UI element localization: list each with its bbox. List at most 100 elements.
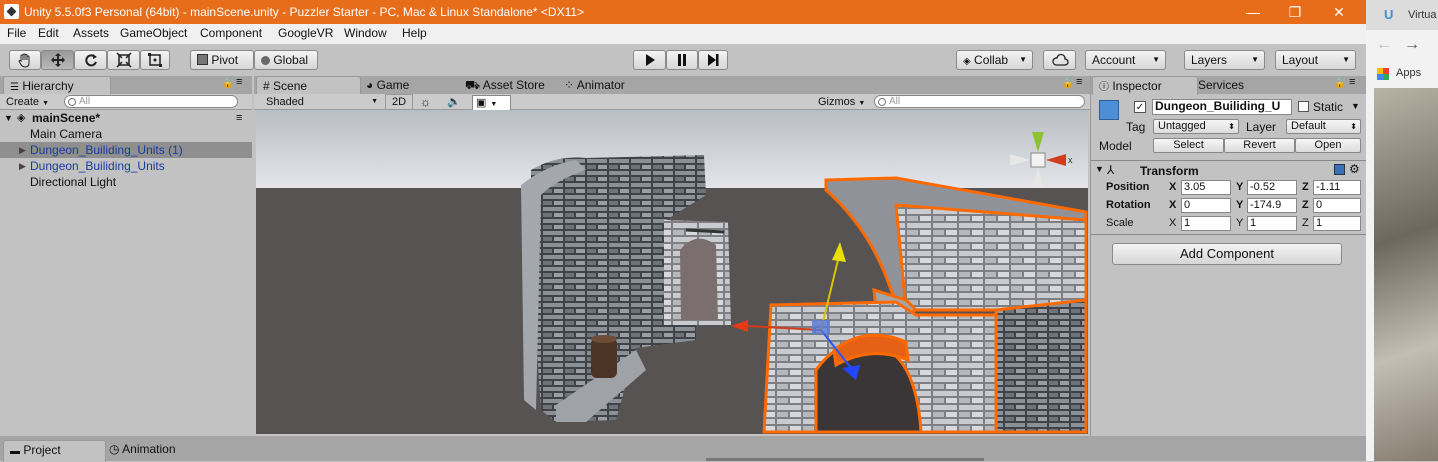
2d-toggle[interactable]: 2D (385, 94, 413, 110)
menu-help[interactable]: Help (402, 26, 427, 40)
static-checkbox[interactable] (1298, 101, 1309, 112)
layout-dropdown[interactable]: Layout ▼ (1275, 50, 1356, 70)
tab-animation[interactable]: ◷ Animation (103, 440, 176, 458)
menu-window[interactable]: Window (344, 26, 387, 40)
scene-root-row[interactable]: ▼ ◈ mainScene* ≡ (0, 110, 252, 126)
tab-asset-store[interactable]: ⛟ Asset Store (459, 76, 545, 94)
scene-tabbar: # Scene ◕ Game ⛟ Asset Store ⁘ Animator … (254, 76, 1090, 95)
tab-game[interactable]: ◕ Game (360, 76, 409, 94)
rotation-x-field[interactable]: 0 (1181, 198, 1231, 213)
pause-button[interactable] (666, 50, 698, 70)
tab-project[interactable]: ▬ Project (3, 440, 106, 462)
account-dropdown[interactable]: Account ▼ (1085, 50, 1166, 70)
inspector-tabbar: ⓘ Inspector Services 🔒 ≡ (1091, 76, 1367, 95)
minimize-button[interactable]: — (1233, 2, 1273, 22)
expand-arrow-icon[interactable]: ▶ (19, 142, 26, 158)
menu-assets[interactable]: Assets (73, 26, 109, 40)
lighting-toggle-sun-icon[interactable]: ☼ (420, 95, 431, 109)
panel-menu-icon[interactable]: ≡ (1349, 76, 1355, 88)
gizmos-dropdown[interactable]: Gizmos ▼ (818, 95, 865, 109)
window-title: Unity 5.5.0f3 Personal (64bit) - mainSce… (24, 5, 585, 19)
hierarchy-item[interactable]: Main Camera (0, 126, 252, 142)
cloud-button[interactable] (1043, 50, 1076, 70)
axis-y-label: Y (1236, 199, 1244, 211)
cloud-icon (1051, 53, 1069, 66)
help-book-icon[interactable] (1334, 164, 1345, 175)
rect-tool-button[interactable] (140, 50, 170, 70)
create-dropdown[interactable]: Create ▼ (6, 95, 49, 109)
axis-x-label: X (1169, 199, 1177, 211)
global-toggle[interactable]: Global (254, 50, 318, 70)
axis-z-label: Z (1302, 217, 1309, 229)
rotate-tool-button[interactable] (74, 50, 107, 70)
layer-dropdown[interactable]: Default ⬍ (1286, 119, 1361, 134)
position-z-field[interactable]: -1.11 (1313, 180, 1361, 195)
model-open-button[interactable]: Open (1295, 138, 1361, 153)
position-y-field[interactable]: -0.52 (1247, 180, 1297, 195)
tab-scene[interactable]: # Scene (256, 76, 361, 95)
menu-gameobject[interactable]: GameObject (120, 26, 187, 40)
panel-menu-icon[interactable]: ≡ (236, 76, 242, 88)
scale-tool-button[interactable] (107, 50, 140, 70)
hand-tool-button[interactable] (9, 50, 41, 70)
effects-toggle[interactable]: ▣ ▼ (472, 95, 511, 111)
hierarchy-item[interactable]: ▶ Dungeon_Builiding_Units (0, 158, 252, 174)
scale-z-field[interactable]: 1 (1313, 216, 1361, 231)
pivot-icon (197, 54, 208, 65)
menu-component[interactable]: Component (200, 26, 262, 40)
gear-icon[interactable]: ⚙ (1349, 162, 1360, 176)
scene-search-input[interactable]: All (874, 95, 1085, 108)
model-select-button[interactable]: Select (1153, 138, 1224, 153)
lock-icon[interactable]: 🔒 (222, 78, 233, 89)
menu-file[interactable]: File (7, 26, 26, 40)
lock-icon[interactable]: 🔒 (1334, 78, 1345, 89)
forward-arrow-icon[interactable]: → (1404, 36, 1420, 54)
expand-arrow-icon[interactable]: ▶ (19, 158, 26, 174)
panel-menu-icon[interactable]: ≡ (1076, 76, 1082, 88)
step-button[interactable] (698, 50, 728, 70)
scale-y-field[interactable]: 1 (1247, 216, 1297, 231)
expand-arrow-icon[interactable]: ▼ (4, 110, 13, 126)
tab-animator[interactable]: ⁘ Animator (558, 76, 625, 94)
active-checkbox[interactable]: ✓ (1134, 101, 1146, 113)
play-button[interactable] (633, 50, 666, 70)
shading-mode-dropdown[interactable]: Shaded ▼ (266, 95, 378, 109)
lock-icon[interactable]: 🔒 (1062, 78, 1073, 89)
expand-arrow-icon[interactable]: ▼ (1095, 164, 1104, 174)
add-component-button[interactable]: Add Component (1112, 243, 1342, 265)
tag-dropdown[interactable]: Untagged ⬍ (1153, 119, 1239, 134)
axis-x-label: X (1169, 181, 1177, 193)
rotation-y-field[interactable]: -174.9 (1247, 198, 1297, 213)
scene-tab-label: Scene (273, 79, 308, 93)
close-button[interactable]: ✕ (1319, 2, 1359, 22)
hierarchy-item-selected[interactable]: ▶ Dungeon_Builiding_Units (1) (0, 142, 252, 158)
maximize-button[interactable]: ❐ (1275, 2, 1315, 22)
model-revert-button[interactable]: Revert (1224, 138, 1295, 153)
move-tool-button[interactable] (41, 50, 74, 70)
hierarchy-item[interactable]: Directional Light (0, 174, 252, 190)
menu-googlevr[interactable]: GoogleVR (278, 26, 333, 40)
svg-text:x: x (1068, 155, 1073, 165)
tab-hierarchy[interactable]: ☰ Hierarchy (3, 76, 111, 95)
pivot-toggle[interactable]: Pivot (190, 50, 254, 70)
menu-edit[interactable]: Edit (38, 26, 59, 40)
tab-inspector[interactable]: ⓘ Inspector (1092, 76, 1198, 95)
position-x-field[interactable]: 3.05 (1181, 180, 1231, 195)
object-name-field[interactable]: Dungeon_Builiding_U (1152, 99, 1292, 115)
audio-toggle-speaker-icon[interactable]: 🔈 (447, 95, 461, 109)
back-arrow-icon[interactable]: ← (1376, 36, 1392, 54)
scene-menu-icon[interactable]: ≡ (236, 110, 242, 126)
scale-x-field[interactable]: 1 (1181, 216, 1231, 231)
tab-services[interactable]: Services (1192, 76, 1244, 94)
scene-viewport[interactable]: x (256, 110, 1088, 434)
collab-dropdown[interactable]: ◈ Collab ▼ (956, 50, 1033, 70)
gizmos-label: Gizmos (818, 96, 856, 108)
rotation-z-field[interactable]: 0 (1313, 198, 1361, 213)
chevron-down-icon[interactable]: ▼ (1351, 101, 1360, 111)
scale-label: Scale (1106, 217, 1134, 229)
hierarchy-search-input[interactable]: All (64, 95, 238, 108)
browser-tab[interactable]: U Virtua (1366, 0, 1438, 30)
apps-bookmark[interactable]: Apps (1396, 67, 1421, 79)
pivot-label: Pivot (211, 53, 239, 67)
layers-dropdown[interactable]: Layers ▼ (1184, 50, 1265, 70)
